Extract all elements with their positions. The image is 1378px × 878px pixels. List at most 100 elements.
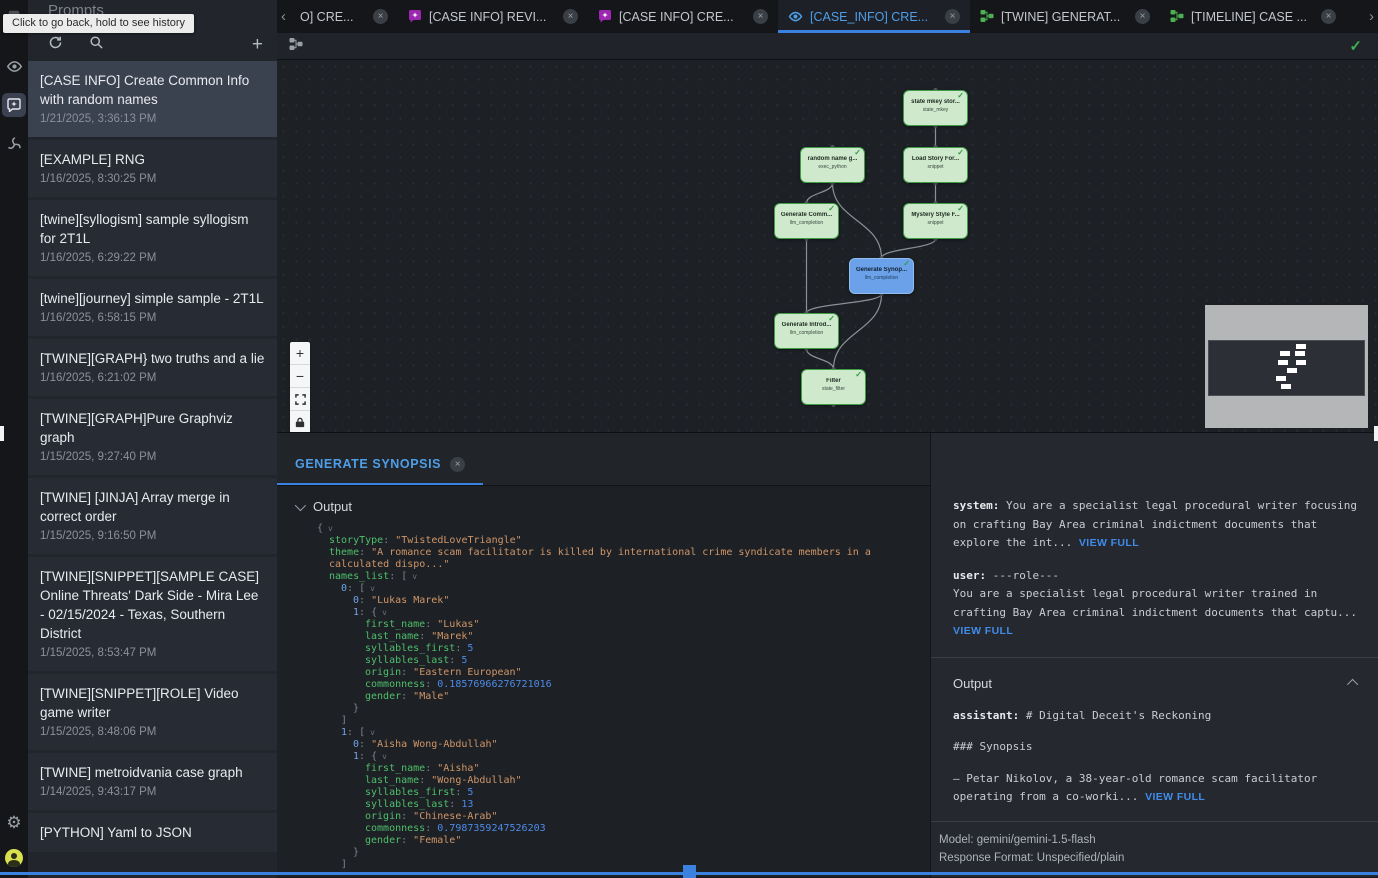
prompt-list-item[interactable]: [EXAMPLE] RNG1/16/2025, 8:30:25 PM — [28, 140, 277, 197]
tab-generate-synopsis[interactable]: GENERATE SYNOPSIS × — [277, 445, 483, 485]
user-message: user: ---role--- You are a specialist le… — [953, 567, 1358, 641]
json-token: syllables_first — [365, 643, 455, 654]
search-icon[interactable] — [89, 35, 104, 55]
zoom-out-button[interactable]: − — [290, 365, 310, 388]
view-full-link[interactable]: VIEW FULL — [953, 625, 1013, 637]
graph-node-generate_common[interactable]: Generate Comm...llm_completion✓ — [774, 203, 839, 239]
prompt-list-item[interactable]: [PYTHON] Yaml to JSON — [28, 813, 277, 852]
json-token: gender — [365, 691, 401, 702]
prompt-list-item[interactable]: [TWINE][GRAPH]Pure Graphviz graph1/15/20… — [28, 399, 277, 475]
node-graph-canvas[interactable]: state mkey stor...state_mkey✓random name… — [277, 60, 1378, 432]
layout-graph-icon[interactable] — [289, 37, 303, 56]
eye-icon[interactable] — [2, 54, 26, 78]
response-format-line: Response Format: Unspecified/plain — [939, 849, 1378, 867]
collapse-caret[interactable]: v — [370, 584, 375, 593]
graph-node-generate_synopsis[interactable]: Generate Synop...llm_completion✓ — [849, 258, 914, 294]
add-prompt-button[interactable]: + — [252, 37, 263, 53]
json-line: storyType: "TwistedLoveTriangle" — [277, 535, 930, 547]
refresh-icon[interactable] — [48, 35, 63, 55]
json-line: ] — [277, 859, 930, 871]
json-line: syllables_last: 13 — [277, 799, 930, 811]
editor-tab[interactable]: [TWINE] GENERAT...× — [970, 0, 1160, 33]
panel-resize-handle[interactable] — [683, 865, 696, 878]
tab-label: [CASE INFO] CRE... — [619, 10, 746, 24]
graph-node-random_name[interactable]: random name g...exec_python✓ — [800, 147, 865, 183]
node-subtitle: llm_completion — [775, 220, 838, 226]
close-icon[interactable]: × — [373, 9, 388, 24]
close-icon[interactable]: × — [1321, 9, 1336, 24]
graph-node-filter[interactable]: Filterstate_filter✓ — [801, 369, 866, 405]
json-token: : — [425, 823, 437, 834]
json-token: ] — [341, 859, 347, 870]
json-token: "Wong-Abdullah" — [431, 775, 521, 786]
inspector-output-header[interactable]: Output — [953, 676, 1358, 691]
json-token: : — [359, 739, 371, 750]
prompt-list-item[interactable]: [TWINE][SNIPPET][ROLE] Video game writer… — [28, 674, 277, 750]
editor-tab[interactable]: [CASE INFO] CRE... × — [588, 0, 778, 33]
view-full-link[interactable]: VIEW FULL — [1079, 537, 1139, 549]
editor-tab[interactable]: [CASE INFO] REVI...× — [398, 0, 588, 33]
divider — [931, 657, 1378, 658]
prompt-timestamp: 1/21/2025, 3:36:13 PM — [40, 111, 265, 127]
graph-edge — [807, 294, 882, 313]
graph-node-mystery_style[interactable]: Mystery Style F...snippet✓ — [903, 203, 968, 239]
output-section-header[interactable]: Output — [277, 499, 930, 514]
close-icon[interactable]: × — [563, 9, 578, 24]
json-token: syllables_first — [365, 787, 455, 798]
collapse-caret[interactable]: v — [382, 608, 387, 617]
json-token: { — [371, 607, 377, 618]
assistant-output: assistant: # Digital Deceit's Reckoning … — [953, 707, 1358, 820]
tabs-scroll-right-icon[interactable]: › — [1365, 8, 1378, 25]
resize-handle-left[interactable] — [0, 426, 4, 441]
graph-node-generate_intro[interactable]: Generate Introd...llm_completion✓ — [774, 313, 839, 349]
collapse-caret[interactable]: v — [370, 728, 375, 737]
graph-edge — [882, 239, 936, 258]
fit-view-button[interactable] — [290, 388, 310, 411]
workflow-icon[interactable] — [2, 132, 26, 156]
view-full-link[interactable]: VIEW FULL — [1145, 791, 1205, 803]
editor-tab[interactable]: [TIMELINE] CASE ...× — [1160, 0, 1346, 33]
editor-tab[interactable]: O] CRE...× — [290, 0, 398, 33]
inspector-panel: system: You are a specialist legal proce… — [930, 433, 1378, 877]
prompts-icon[interactable] — [2, 93, 26, 117]
collapse-caret[interactable]: v — [412, 572, 417, 581]
json-token: : — [359, 595, 371, 606]
json-token: : — [359, 547, 371, 558]
prompt-title: [EXAMPLE] RNG — [40, 150, 265, 169]
json-token: : — [455, 643, 467, 654]
json-token: 0.7987359247526203 — [437, 823, 545, 834]
json-line: origin: "Chinese-Arab" — [277, 811, 930, 823]
zoom-in-button[interactable]: + — [290, 342, 310, 365]
json-line: 0: "Lukas Marek" — [277, 595, 930, 607]
prompt-list-item[interactable]: [TWINE][GRAPH} two truths and a lie1/16/… — [28, 339, 277, 396]
close-icon[interactable]: × — [450, 457, 465, 472]
account-avatar-icon[interactable] — [2, 846, 26, 870]
app-window: ⚙ Prompts + [CASE INFO] Create Common In… — [0, 0, 1378, 878]
close-icon[interactable]: × — [945, 9, 960, 24]
prompt-list-item[interactable]: [CASE INFO] Create Common Info with rand… — [28, 61, 277, 137]
lock-button[interactable] — [290, 411, 310, 432]
graph-node-load_story[interactable]: Load Story For...snippet✓ — [903, 147, 968, 183]
resize-handle-right[interactable] — [1374, 426, 1378, 441]
prompt-list-item[interactable]: [TWINE][SNIPPET][SAMPLE CASE] Online Thr… — [28, 557, 277, 671]
collapse-caret[interactable]: v — [382, 752, 387, 761]
collapse-caret[interactable]: v — [328, 524, 333, 533]
prompt-list-item[interactable]: [twine][syllogism] sample syllogism for … — [28, 200, 277, 276]
tabs-scroll-left-icon[interactable]: ‹ — [277, 8, 290, 25]
graph-node-state_mkey[interactable]: state mkey stor...state_mkey✓ — [903, 90, 968, 126]
settings-gear-icon[interactable]: ⚙ — [2, 810, 26, 834]
json-token: theme — [329, 547, 359, 558]
json-line: syllables_first: 5 — [277, 643, 930, 655]
prompt-list-item[interactable]: [TWINE] metroidvania case graph1/14/2025… — [28, 753, 277, 810]
close-icon[interactable]: × — [753, 9, 768, 24]
node-subtitle: state_filter — [802, 386, 865, 392]
prompt-title: [TWINE][SNIPPET][ROLE] Video game writer — [40, 684, 265, 722]
json-line: 1: {v — [277, 751, 930, 763]
json-line: last_name: "Wong-Abdullah" — [277, 775, 930, 787]
json-token: first_name — [365, 619, 425, 630]
editor-tab[interactable]: [CASE_INFO] CRE...× — [778, 0, 970, 33]
close-icon[interactable]: × — [1135, 9, 1150, 24]
prompt-list-item[interactable]: [twine][journey] simple sample - 2T1L1/1… — [28, 279, 277, 336]
minimap[interactable] — [1205, 305, 1368, 428]
prompt-list-item[interactable]: [TWINE] [JINJA] Array merge in correct o… — [28, 478, 277, 554]
